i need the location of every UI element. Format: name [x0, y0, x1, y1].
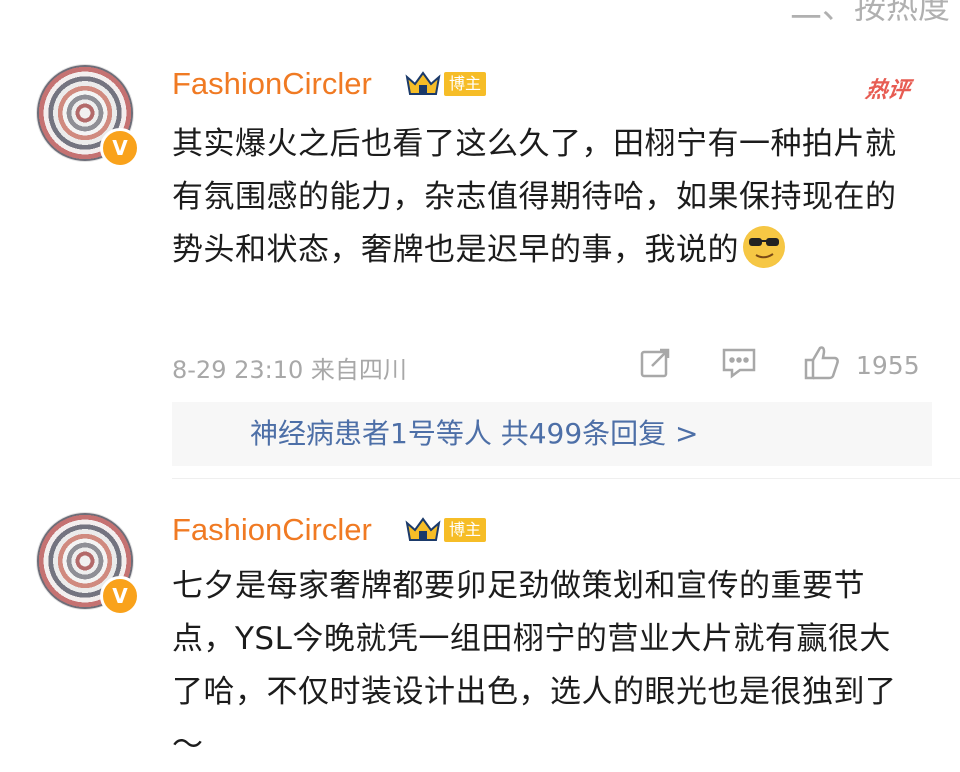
sort-header[interactable]: 二、按热度	[790, 0, 950, 28]
comment-icon	[720, 344, 758, 386]
replies-link[interactable]: 神经病患者1号等人 共499条回复 >	[172, 402, 932, 466]
comment-text: 其实爆火之后也看了这么久了，田栩宁有一种拍片就有氛围感的能力，杂志值得期待哈，如…	[172, 126, 897, 268]
vip-v-badge-icon: V	[100, 576, 140, 616]
username[interactable]: FashionCircler	[172, 512, 372, 548]
blogger-badge: 博主	[444, 72, 487, 96]
author-badge: 博主	[404, 516, 487, 544]
repost-icon	[638, 344, 674, 386]
like-count: 1955	[856, 350, 920, 380]
like-button[interactable]: 1955	[802, 342, 920, 388]
like-icon	[802, 342, 842, 388]
hot-comment-tag: 热评	[863, 78, 912, 103]
vip-v-badge-icon: V	[100, 128, 140, 168]
comment-button[interactable]	[720, 344, 758, 386]
cool-sunglasses-emoji	[743, 226, 785, 268]
username[interactable]: FashionCircler	[172, 66, 372, 102]
author-badge: 博主	[404, 70, 487, 98]
blogger-badge: 博主	[444, 518, 487, 542]
comment-meta: 8-29 23:10 来自四川	[172, 356, 407, 384]
repost-button[interactable]	[638, 344, 674, 386]
comment-text: 七夕是每家奢牌都要卯足劲做策划和宣传的重要节点，YSL今晚就凭一组田栩宁的营业大…	[172, 568, 897, 763]
comment-divider	[172, 478, 960, 479]
crown-icon	[404, 516, 442, 544]
crown-icon	[404, 70, 442, 98]
